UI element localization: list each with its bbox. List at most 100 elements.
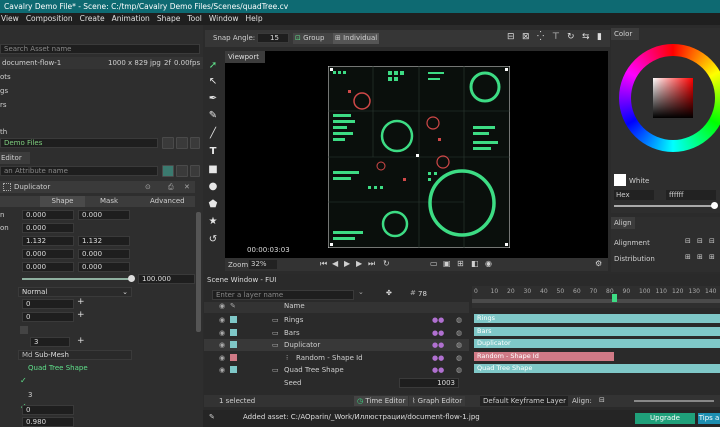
polygon-tool-icon[interactable]: ⬟	[207, 199, 219, 211]
position-y-field[interactable]: 0.000	[78, 210, 130, 220]
loop-icon[interactable]: ↻	[383, 259, 390, 268]
close-icon[interactable]: ✕	[184, 181, 190, 193]
distribute-c-icon[interactable]: ⊞	[709, 253, 715, 261]
align-left-icon[interactable]: ⊟	[685, 237, 691, 245]
asset-item-1[interactable]: ots	[0, 71, 11, 83]
keyframe-layer-select[interactable]: Default Keyframe Layer	[480, 396, 568, 406]
prev-key-icon[interactable]: ◀	[332, 259, 338, 268]
play-icon[interactable]: ▶	[344, 259, 350, 268]
attr-search-icon[interactable]	[162, 165, 174, 177]
field-0980[interactable]: 0.980	[22, 417, 74, 427]
playhead[interactable]	[612, 294, 617, 302]
settings-icon[interactable]: ⎙	[168, 181, 174, 193]
viewport-tab[interactable]: Viewport	[225, 51, 265, 63]
opacity-slider[interactable]	[22, 278, 132, 280]
layer-lock-icon[interactable]: ◍	[456, 314, 462, 326]
layer-color-swatch[interactable]	[230, 316, 237, 323]
zoom-select[interactable]: 32%	[249, 260, 277, 269]
attr-options-icon[interactable]	[190, 165, 200, 177]
layer-flags-icon[interactable]: ●●	[432, 314, 444, 326]
align-tool-2[interactable]: ⊠	[522, 32, 534, 44]
group-toggle[interactable]: ⊡ Group	[293, 33, 333, 44]
layer-lock-icon[interactable]: ◍	[456, 352, 462, 364]
eye-icon[interactable]: ◉	[219, 352, 225, 364]
asset-item-2[interactable]: gs	[0, 85, 8, 97]
eye-icon[interactable]: ◉	[219, 314, 225, 326]
skew-x-field[interactable]: 0.000	[22, 249, 74, 259]
select-tool-icon[interactable]: ➚	[207, 60, 219, 72]
asset-row-file[interactable]: document-flow-1 1000 x 829 jpg 2f 0.00fp…	[0, 57, 203, 69]
zoom-slider[interactable]	[634, 400, 714, 402]
add-icon-2[interactable]: +	[77, 310, 85, 320]
menu-help[interactable]: Help	[244, 13, 263, 25]
timeline-bar[interactable]: Bars	[474, 326, 720, 336]
align-tool-1[interactable]: ⊟	[507, 32, 519, 44]
menu-animation[interactable]: Animation	[111, 13, 151, 25]
pivot-y-field[interactable]: 0.000	[78, 262, 130, 272]
align-center-icon[interactable]: ⊟	[697, 237, 703, 245]
attr-search-input[interactable]: an Attribute name	[0, 166, 158, 176]
timeline-bar[interactable]: Rings	[474, 314, 720, 323]
alpha-handle[interactable]	[711, 202, 718, 209]
blend-mode-select[interactable]: Normal ⌄	[18, 287, 132, 297]
saturation-square[interactable]	[653, 78, 693, 118]
menu-composition[interactable]: Composition	[25, 13, 74, 25]
view-icon-5[interactable]: ◉	[485, 259, 492, 268]
menu-create[interactable]: Create	[79, 13, 106, 25]
text-tool-icon[interactable]: T	[207, 146, 219, 158]
menu-window[interactable]: Window	[208, 13, 240, 25]
composition-canvas[interactable]	[328, 66, 510, 248]
layer-lock-icon[interactable]: ◍	[456, 327, 462, 339]
layer-search-input[interactable]: Enter a layer name	[212, 290, 354, 300]
field-v0b[interactable]: 0	[22, 405, 74, 415]
view-icon-3[interactable]: ⊞	[457, 259, 464, 268]
seed-field[interactable]: 1003	[399, 378, 459, 388]
skew-y-field[interactable]: 0.000	[78, 249, 130, 259]
line-tool-icon[interactable]: ╱	[207, 128, 219, 140]
align-tool-6[interactable]: ⇆	[582, 32, 594, 44]
quad-tree-link[interactable]: Quad Tree Shape	[28, 362, 88, 374]
tab-advanced[interactable]: Advanced	[150, 196, 185, 207]
layer-color-swatch[interactable]	[230, 341, 237, 348]
align-tool-4[interactable]: ⊤	[552, 32, 564, 44]
distribute-v-icon[interactable]: ⊞	[697, 253, 703, 261]
layer-lock-icon[interactable]: ◍	[456, 364, 462, 376]
attr-editor-tab[interactable]: Editor	[0, 152, 30, 164]
align-tool-7[interactable]: ▮	[597, 32, 609, 44]
last-frame-icon[interactable]: ⏭	[368, 259, 375, 269]
distribute-h-icon[interactable]: ⊞	[685, 253, 691, 261]
layer-row[interactable]: ◉ ▭ Quad Tree Shape ●● ◍	[204, 364, 469, 376]
layer-row[interactable]: ◉ ▭ Rings ●● ◍	[204, 314, 469, 326]
field-v0[interactable]: 0	[22, 299, 74, 309]
rectangle-tool-icon[interactable]: ■	[207, 164, 219, 176]
pivot-x-field[interactable]: 0.000	[22, 262, 74, 272]
align-footer-icon[interactable]: ⊟	[599, 396, 605, 404]
eye-icon[interactable]: ◉	[219, 339, 225, 351]
first-frame-icon[interactable]: ⏮	[320, 259, 327, 269]
graph-editor-tab[interactable]: ⌇ Graph Editor	[409, 396, 466, 406]
layer-flags-icon[interactable]: ●●	[432, 352, 444, 364]
position-x-field[interactable]: 0.000	[22, 210, 74, 220]
folder-select[interactable]: Demo Files	[0, 138, 158, 148]
color-tab[interactable]: Color	[611, 28, 639, 40]
eye-icon[interactable]: ◉	[219, 327, 225, 339]
delete-icon[interactable]	[190, 137, 200, 149]
layer-flags-icon[interactable]: ●●	[432, 339, 444, 351]
tab-mask[interactable]: Mask	[100, 196, 118, 207]
layer-lock-icon[interactable]: ◍	[456, 339, 462, 351]
asset-item-3[interactable]: rs	[0, 99, 7, 111]
align-tool-5[interactable]: ↻	[567, 32, 579, 44]
gear-icon[interactable]: ⚙	[595, 259, 602, 268]
layer-color-swatch[interactable]	[230, 366, 237, 373]
search-options-icon[interactable]: ⌄	[358, 288, 364, 296]
submesh-select[interactable]: Md Sub-Mesh	[18, 350, 132, 360]
opacity-slider-handle[interactable]	[128, 275, 135, 282]
ellipse-tool-icon[interactable]: ●	[207, 181, 219, 193]
view-icon-4[interactable]: ◧	[471, 259, 479, 268]
add-icon-3[interactable]: +	[77, 336, 85, 346]
menu-tool[interactable]: Tool	[186, 13, 203, 25]
next-key-icon[interactable]: ▶	[356, 259, 362, 268]
layer-flags-icon[interactable]: ●●	[432, 327, 444, 339]
range-bar[interactable]	[472, 299, 720, 303]
layer-row[interactable]: ◉ ⁝ Random - Shape Id ●● ◍	[204, 352, 469, 364]
